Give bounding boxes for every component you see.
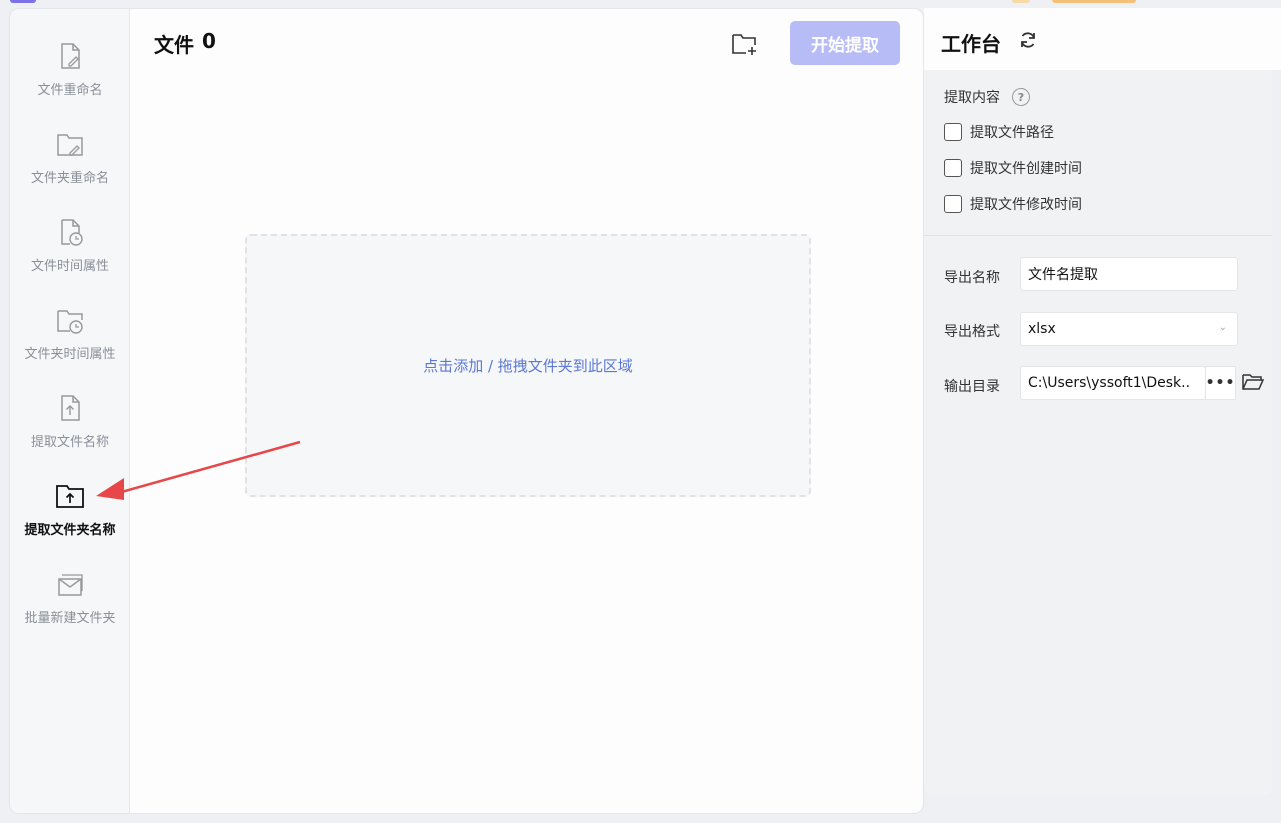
file-dropzone[interactable]: 点击添加 / 拖拽文件夹到此区域 [245,234,811,497]
sidebar-item-label: 文件时间属性 [30,259,109,274]
extract-content-label: 提取内容 [944,90,1000,106]
option-label: 提取文件修改时间 [970,197,1082,213]
folder-upload-icon [56,485,84,508]
app-tab-accent [10,0,36,3]
folder-plus-icon [732,34,756,55]
files-count: 0 [202,29,216,53]
browse-more-button[interactable]: ••• [1205,366,1236,400]
export-name-label: 导出名称 [944,270,1000,286]
sidebar: 文件重命名 文件夹重命名 文件时间属性 文件夹时间属性 提取文件名称 提取文件夹… [10,9,130,813]
top-badge [1052,0,1136,3]
top-badge-dot [1012,0,1030,3]
chevron-down-icon: ⌄ [1218,322,1227,333]
sidebar-item-label: 提取文件名称 [30,435,109,450]
main-panel: 文件重命名 文件夹重命名 文件时间属性 文件夹时间属性 提取文件名称 提取文件夹… [9,8,924,814]
sidebar-item-extract-folder-name[interactable]: 提取文件夹名称 [10,481,130,561]
add-folder-button[interactable] [728,29,762,59]
checkbox[interactable] [944,195,962,213]
export-format-label: 导出格式 [944,324,1000,340]
refresh-icon[interactable] [1018,30,1038,50]
divider [924,235,1272,236]
export-name-input[interactable]: 文件名提取 [1020,257,1238,291]
sidebar-item-label: 文件重命名 [37,83,103,98]
checkbox[interactable] [944,123,962,141]
sidebar-item-label: 文件夹重命名 [30,171,109,186]
output-dir-input[interactable]: C:\Users\yssoft1\Desk.. [1020,366,1206,400]
folder-edit-icon [57,134,83,156]
sidebar-item-file-time[interactable]: 文件时间属性 [10,217,130,297]
dropzone-text: 点击添加 / 拖拽文件夹到此区域 [423,357,633,375]
files-title-label: 文件 [154,33,194,57]
files-title: 文件 0 [154,29,216,58]
folder-open-icon[interactable] [1242,373,1264,391]
option-extract-created-time[interactable]: 提取文件创建时间 [944,158,1082,178]
files-header: 文件 0 开始提取 [130,9,923,79]
workbench-title: 工作台 [941,32,1001,56]
sidebar-item-label: 文件夹时间属性 [24,347,116,362]
export-format-value: xlsx [1028,321,1056,337]
option-extract-path[interactable]: 提取文件路径 [944,122,1054,142]
sidebar-item-extract-file-name[interactable]: 提取文件名称 [10,393,130,473]
option-label: 提取文件路径 [970,125,1054,141]
sidebar-item-folder-rename[interactable]: 文件夹重命名 [10,129,130,209]
option-label: 提取文件创建时间 [970,161,1082,177]
sidebar-item-batch-new-folder[interactable]: 批量新建文件夹 [10,569,130,649]
sidebar-item-file-rename[interactable]: 文件重命名 [10,41,130,121]
sidebar-item-label: 批量新建文件夹 [24,611,116,626]
sidebar-item-folder-time[interactable]: 文件夹时间属性 [10,305,130,385]
option-extract-modified-time[interactable]: 提取文件修改时间 [944,194,1082,214]
checkbox[interactable] [944,159,962,177]
window-top-strip [0,0,1281,8]
folder-batch-icon [58,574,83,596]
start-extract-button[interactable]: 开始提取 [790,21,900,65]
output-dir-label: 输出目录 [944,379,1000,395]
file-upload-icon [61,395,80,421]
extract-content-section: 提取内容 ? [944,87,1030,107]
file-clock-icon [61,219,83,246]
export-format-select[interactable]: xlsx ⌄ [1020,312,1238,346]
folder-clock-icon [57,310,83,334]
file-edit-icon [61,43,80,69]
sidebar-item-label: 提取文件夹名称 [24,523,116,538]
help-icon[interactable]: ? [1012,88,1030,106]
workbench-header: 工作台 [924,8,1281,70]
workbench-panel: 提取内容 ? 提取文件路径 提取文件创建时间 提取文件修改时间 导出名称 文件名… [924,70,1272,794]
